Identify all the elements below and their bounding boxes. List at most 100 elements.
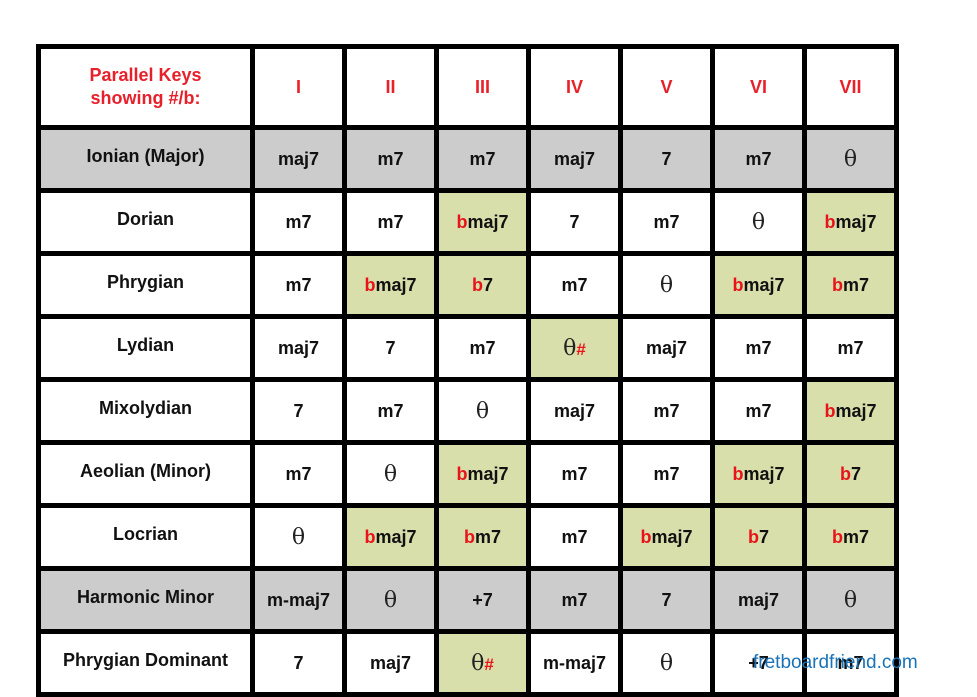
- chord-cell: 7: [526, 188, 623, 256]
- flat-accidental: b: [824, 400, 836, 421]
- chord-quality: m7: [653, 463, 680, 484]
- chord-quality: m7: [469, 337, 496, 358]
- chord-quality: m7: [653, 400, 680, 421]
- chord-quality: m7: [745, 148, 772, 169]
- degree-header: III: [434, 44, 531, 130]
- chord-cell: θ: [342, 566, 439, 634]
- chord-quality: m7: [561, 526, 588, 547]
- chord-quality: 7: [293, 400, 304, 421]
- chord-cell: m7: [526, 440, 623, 508]
- mode-row: Ionian (Major) maj7 m7 m7 maj7 7 m7 θ: [36, 125, 899, 193]
- chord-cell: b7: [434, 251, 531, 319]
- mode-row: Dorian m7 m7 bmaj7 7 m7 θ bmaj7: [36, 188, 899, 256]
- chord-cell: maj7: [250, 314, 347, 382]
- chord-quality: m7: [653, 211, 680, 232]
- chord-quality: m7: [745, 337, 772, 358]
- chord-cell: b7: [802, 440, 899, 508]
- chord-quality: 7: [293, 652, 304, 673]
- chord-quality: maj7: [553, 400, 596, 421]
- chord-quality: m7: [377, 148, 404, 169]
- degree-header: I: [250, 44, 347, 130]
- chord-cell: θ: [618, 629, 715, 697]
- half-diminished-icon: θ: [383, 461, 398, 487]
- mode-name: Ionian (Major): [36, 125, 255, 193]
- corner-line-2: showing #/b:: [90, 88, 201, 108]
- site-credit: fretboardfriend.com: [753, 652, 918, 673]
- mode-row: Aeolian (Minor) m7 θ bmaj7 m7 m7 bmaj7 b7: [36, 440, 899, 508]
- chord-cell: m7: [342, 377, 439, 445]
- chord-cell: θ: [250, 503, 347, 571]
- chord-cell: bmaj7: [710, 440, 807, 508]
- chord-cell: m7: [250, 440, 347, 508]
- chord-quality: m7: [842, 526, 869, 547]
- chord-quality: maj7: [369, 652, 412, 673]
- chord-quality: maj7: [277, 337, 320, 358]
- chord-cell: m7: [342, 125, 439, 193]
- half-diminished-icon: θ: [659, 272, 674, 298]
- half-diminished-icon: θ: [475, 398, 490, 424]
- half-diminished-icon: θ: [471, 650, 485, 676]
- degree-header: VI: [710, 44, 807, 130]
- chord-cell: 7: [250, 629, 347, 697]
- parallel-keys-table: Parallel Keys showing #/b: I II III IV V…: [36, 44, 899, 697]
- mode-name: Locrian: [36, 503, 255, 571]
- chord-quality: 7: [850, 463, 861, 484]
- mode-row: Phrygian m7 bmaj7 b7 m7 θ bmaj7 bm7: [36, 251, 899, 319]
- chord-cell: maj7: [618, 314, 715, 382]
- chord-quality: maj7: [277, 148, 320, 169]
- mode-name: Mixolydian: [36, 377, 255, 445]
- chord-cell: bmaj7: [710, 251, 807, 319]
- chord-cell: θ: [434, 377, 531, 445]
- chord-quality: m7: [474, 526, 501, 547]
- chord-quality: m7: [285, 211, 312, 232]
- mode-name: Harmonic Minor: [36, 566, 255, 634]
- chord-quality: m7: [285, 463, 312, 484]
- half-diminished-icon: θ: [751, 209, 766, 235]
- half-diminished-icon: θ: [291, 524, 306, 550]
- chord-cell: m-maj7: [250, 566, 347, 634]
- chord-cell: m7: [710, 377, 807, 445]
- chord-cell: bmaj7: [802, 377, 899, 445]
- chord-quality: m-maj7: [266, 589, 331, 610]
- flat-accidental: b: [732, 274, 744, 295]
- chord-cell: bmaj7: [342, 251, 439, 319]
- chord-cell: m7: [526, 566, 623, 634]
- mode-name: Phrygian: [36, 251, 255, 319]
- chord-cell: m-maj7: [526, 629, 623, 697]
- chord-quality: maj7: [835, 211, 877, 232]
- chord-quality: maj7: [743, 463, 785, 484]
- chord-quality: m7: [469, 148, 496, 169]
- mode-name: Phrygian Dominant: [36, 629, 255, 697]
- chord-cell: m7: [250, 251, 347, 319]
- chord-cell: bmaj7: [618, 503, 715, 571]
- chord-quality: maj7: [467, 211, 509, 232]
- chord-cell: m7: [434, 125, 531, 193]
- chord-cell: maj7: [250, 125, 347, 193]
- chord-quality: m7: [561, 463, 588, 484]
- chord-cell: bm7: [802, 503, 899, 571]
- chord-quality: 7: [482, 274, 493, 295]
- mode-name: Dorian: [36, 188, 255, 256]
- chord-cell: b7: [710, 503, 807, 571]
- chord-cell: bm7: [802, 251, 899, 319]
- chord-cell: bm7: [434, 503, 531, 571]
- chord-cell: θ#: [434, 629, 531, 697]
- chord-quality: m7: [285, 274, 312, 295]
- mode-name: Aeolian (Minor): [36, 440, 255, 508]
- half-diminished-icon: θ: [383, 587, 398, 613]
- chord-quality: m7: [842, 274, 869, 295]
- chord-quality: maj7: [835, 400, 877, 421]
- chord-cell: m7: [710, 314, 807, 382]
- chord-quality: maj7: [645, 337, 688, 358]
- chord-cell: θ: [342, 440, 439, 508]
- mode-row: Mixolydian 7 m7 θ maj7 m7 m7 bmaj7: [36, 377, 899, 445]
- half-diminished-icon: θ: [563, 335, 577, 361]
- chord-cell: m7: [618, 377, 715, 445]
- chord-cell: θ: [802, 566, 899, 634]
- chord-quality: m7: [377, 400, 404, 421]
- flat-accidental: b: [471, 274, 483, 295]
- header-row: Parallel Keys showing #/b: I II III IV V…: [36, 44, 899, 130]
- chord-quality: m7: [837, 337, 864, 358]
- chord-quality: 7: [758, 526, 769, 547]
- corner-header: Parallel Keys showing #/b:: [36, 44, 255, 130]
